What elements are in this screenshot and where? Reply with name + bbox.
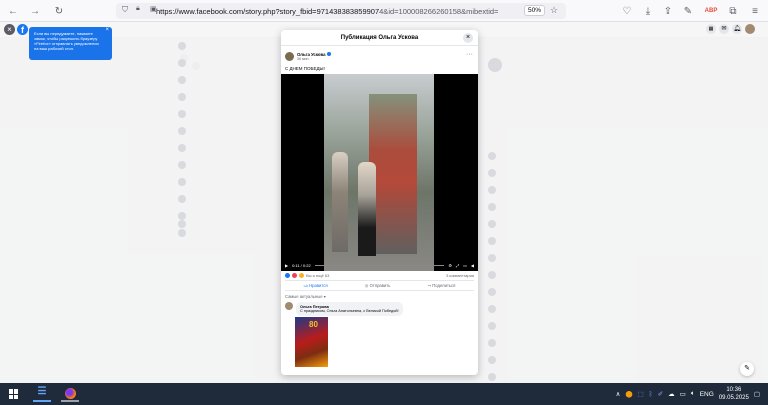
reload-icon[interactable]: ↻	[52, 4, 66, 18]
tray-snip-icon[interactable]: ⬚	[638, 390, 644, 398]
share-button[interactable]: ↪ Поделиться	[428, 283, 456, 288]
comment-text: С праздником, Ольга Анатольевна, с Велик…	[300, 309, 399, 313]
author-avatar[interactable]	[285, 52, 294, 61]
back-icon[interactable]: ←	[6, 4, 20, 18]
settings-icon[interactable]: ⚙	[448, 263, 452, 268]
care-reaction-icon	[299, 273, 304, 278]
notification-close-icon[interactable]: ×	[105, 27, 109, 33]
clock-time: 10:36	[726, 387, 742, 393]
tray-network-icon[interactable]: ▭	[680, 390, 686, 398]
language-indicator[interactable]: ENG	[700, 391, 714, 398]
extensions-icon[interactable]: ⇪	[661, 4, 675, 18]
url-text[interactable]: https://www.facebook.com/story.php?story…	[156, 7, 506, 16]
tray-expand-icon[interactable]: ∧	[616, 390, 621, 398]
post-text: С ДНЕМ ПОБЕДЫ!	[285, 66, 325, 71]
tray-app-icon[interactable]: ⬤	[625, 390, 632, 398]
download-icon[interactable]: ⤓	[641, 4, 655, 18]
fullscreen-icon[interactable]: ⤢	[456, 263, 459, 268]
new-message-icon[interactable]: ✎	[740, 362, 754, 376]
post-modal: Публикация Ольга Ускова × Ольга Ускова 3…	[281, 30, 478, 375]
notification-text: Если вы передумаете, нажмите замок, чтоб…	[34, 31, 99, 51]
tray-pen-icon[interactable]: ✐	[658, 390, 663, 398]
extension-icon[interactable]: ✎	[681, 4, 695, 18]
app-taskbar-icon[interactable]: ☰	[33, 386, 51, 402]
url-bar[interactable]: ⛉ 🔒︎ ▣ https://www.facebook.com/story.ph…	[116, 3, 566, 19]
left-sidebar-ghost	[178, 42, 186, 237]
like-button[interactable]: 👍︎ Нравится	[304, 283, 328, 289]
facebook-logo-icon[interactable]: f	[17, 24, 28, 35]
modal-close-icon[interactable]: ×	[463, 33, 473, 43]
lock-icon[interactable]: 🔒︎	[136, 5, 140, 13]
pip-icon[interactable]: ▭	[463, 263, 467, 268]
comment: Ольга Петрова С праздником, Ольга Анатол…	[285, 302, 403, 316]
contacts-ghost	[488, 152, 496, 381]
tray-volume-icon[interactable]: 🔈︎	[691, 390, 695, 398]
windows-start-icon[interactable]	[9, 389, 19, 399]
verified-icon	[326, 52, 331, 56]
clock-date: 09.05.2025	[718, 395, 749, 401]
request-avatar-ghost	[488, 58, 502, 72]
system-tray: ∧ ⬤ ⬚ ᛒ ✐ ☁ ▭ 🔈︎ ENG 10:36 09.05.2025 ▢	[616, 383, 768, 405]
forward-icon[interactable]: →	[28, 4, 42, 18]
windows-taskbar: ☰ ∧ ⬤ ⬚ ᛒ ✐ ☁ ▭ 🔈︎ ENG 10:36 09.05.2025 …	[0, 383, 768, 405]
shortcut-ghost	[178, 220, 186, 228]
post-time[interactable]: 36 мин. ·	[297, 57, 331, 61]
video-progress[interactable]	[314, 265, 445, 266]
like-reaction-icon	[285, 273, 290, 278]
more-options-icon[interactable]: ···	[466, 51, 473, 58]
post-author: Ольга Ускова 36 мин. ·	[285, 52, 331, 61]
post-actions: 👍︎ Нравится ◎ Отправить ↪ Поделиться	[285, 280, 474, 291]
comment-sort[interactable]: Самые актуальные ▾	[285, 294, 326, 299]
comment-bubble: Ольга Петрова С праздником, Ольга Анатол…	[296, 302, 403, 316]
zoom-indicator[interactable]: 50%	[524, 5, 546, 16]
puzzle-icon[interactable]: ⧉	[726, 4, 740, 18]
messenger-icon[interactable]: ✉	[719, 24, 729, 34]
profile-avatar[interactable]	[745, 24, 755, 34]
close-icon[interactable]: ×	[4, 24, 15, 35]
send-button[interactable]: ◎ Отправить	[365, 283, 391, 288]
shield-icon[interactable]: ⛉	[122, 5, 128, 15]
play-icon[interactable]: ▶	[285, 263, 288, 268]
modal-title: Публикация Ольга Ускова	[281, 30, 478, 46]
reactions-summary[interactable]: Вы и ещё 63	[285, 273, 329, 278]
love-reaction-icon	[292, 273, 297, 278]
apps-menu-icon[interactable]: ▦	[706, 24, 716, 34]
adblock-icon[interactable]: ABP	[704, 4, 718, 18]
video-frame	[324, 74, 434, 271]
pocket-icon[interactable]: ♡	[620, 4, 634, 18]
notification-center-icon[interactable]: ▢	[754, 390, 760, 398]
clock[interactable]: 10:36 09.05.2025	[719, 386, 749, 402]
comments-count[interactable]: 3 комментария	[446, 273, 474, 278]
video-controls: ▶ 0:11 / 0:22 ⚙ ⤢ ▭ ◀	[281, 260, 478, 271]
firefox-taskbar-icon[interactable]	[61, 386, 79, 402]
volume-icon[interactable]: ◀	[471, 263, 474, 268]
permissions-icon[interactable]: ▣	[150, 5, 157, 13]
browser-toolbar: ← → ↻ ⛉ 🔒︎ ▣ https://www.facebook.com/st…	[0, 0, 768, 22]
video-player[interactable]: ▶ 0:11 / 0:22 ⚙ ⤢ ▭ ◀	[281, 74, 478, 271]
commenter-avatar[interactable]	[285, 302, 293, 310]
tray-bluetooth-icon[interactable]: ᛒ	[649, 391, 653, 398]
video-time: 0:11 / 0:22	[292, 263, 311, 268]
notification-popup: × Если вы передумаете, нажмите замок, чт…	[29, 27, 112, 60]
notifications-icon[interactable]: 🔔︎	[732, 24, 742, 34]
comment-image[interactable]: 80	[295, 317, 328, 367]
reactions-text: Вы и ещё 63	[306, 273, 330, 278]
comment-image-label: 80	[309, 320, 318, 329]
menu-icon[interactable]: ≡	[748, 4, 762, 18]
tray-cloud-icon[interactable]: ☁	[668, 390, 675, 398]
bookmark-star-icon[interactable]: ☆	[550, 5, 558, 16]
